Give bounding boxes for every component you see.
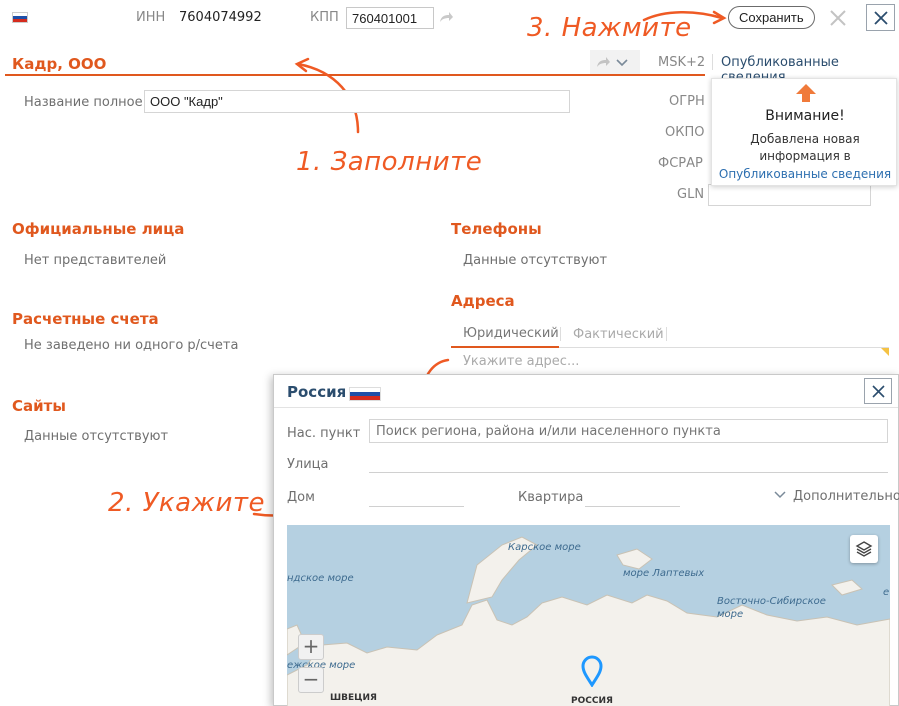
phones-title: Телефоны bbox=[451, 220, 542, 238]
address-dialog: Россия Нас. пункт Улица Дом Квартира Доп… bbox=[273, 374, 899, 706]
tab-actual-address[interactable]: Фактический bbox=[573, 327, 664, 342]
map-pin-icon[interactable] bbox=[581, 655, 603, 687]
share-icon[interactable] bbox=[596, 56, 610, 68]
notice-popup: Внимание! Добавлена новая информация в О… bbox=[711, 78, 897, 186]
house-input[interactable] bbox=[369, 485, 464, 507]
active-tab-indicator bbox=[451, 346, 559, 348]
map-label-kara-sea: Карское море bbox=[508, 542, 581, 553]
kpp-label: КПП bbox=[310, 10, 339, 25]
close-icon bbox=[873, 10, 888, 25]
street-input[interactable] bbox=[369, 451, 888, 473]
map-label-russia: РОССИЯ bbox=[571, 696, 613, 706]
gln-input[interactable] bbox=[708, 184, 871, 206]
layers-icon bbox=[855, 541, 873, 557]
locality-label: Нас. пункт bbox=[287, 426, 361, 441]
dialog-header: Россия bbox=[274, 375, 898, 408]
map-label-east-siberian-sea: Восточно-Сибирское море bbox=[717, 596, 826, 620]
map-label-laptev-sea: море Лаптевых bbox=[623, 568, 705, 579]
map-label-sea-norwegian: ндское море bbox=[287, 573, 354, 584]
more-toggle[interactable]: Дополнительно bbox=[793, 489, 899, 504]
addresses-title: Адреса bbox=[451, 292, 515, 310]
org-short-name: Кадр, ООО bbox=[12, 55, 107, 73]
fsrar-label: ФСРАР bbox=[658, 156, 703, 171]
notice-published-link[interactable]: Опубликованные сведения bbox=[712, 167, 898, 181]
notice-line2: информация в bbox=[759, 149, 851, 163]
phones-empty: Данные отсутствуют bbox=[463, 253, 608, 268]
map-label-edge: е bbox=[883, 587, 890, 598]
close-disabled-icon[interactable] bbox=[828, 8, 848, 28]
flat-label: Квартира bbox=[518, 490, 584, 505]
map-view[interactable]: Карское море море Лаптевых Восточно-Сиби… bbox=[287, 525, 890, 706]
sites-empty: Данные отсутствуют bbox=[24, 429, 169, 444]
okpo-label: ОКПО bbox=[665, 125, 705, 140]
ogrn-label: ОГРН bbox=[669, 94, 705, 109]
divider bbox=[666, 327, 667, 341]
map-zoom-in-button[interactable]: + bbox=[298, 634, 324, 660]
accounts-title: Расчетные счета bbox=[12, 310, 159, 328]
save-button[interactable]: Сохранить bbox=[728, 6, 815, 29]
divider bbox=[712, 54, 713, 70]
name-actions bbox=[590, 50, 640, 74]
flat-input[interactable] bbox=[585, 485, 680, 507]
arrow-up-icon bbox=[796, 84, 816, 102]
chevron-down-icon[interactable] bbox=[774, 491, 786, 499]
full-name-label: Название полное bbox=[24, 95, 143, 110]
map-zoom-out-button[interactable]: − bbox=[298, 667, 324, 693]
russia-flag-icon bbox=[349, 387, 381, 401]
officials-empty: Нет представителей bbox=[24, 253, 167, 268]
full-name-input[interactable] bbox=[144, 90, 570, 113]
close-icon bbox=[871, 384, 885, 398]
inn-value: 7604074992 bbox=[179, 10, 262, 25]
country-label[interactable]: Россия bbox=[287, 383, 346, 401]
accounts-empty: Не заведено ни одного р/счета bbox=[24, 338, 239, 353]
kpp-input[interactable] bbox=[346, 7, 434, 29]
required-corner-icon bbox=[881, 348, 889, 356]
tab-legal-address[interactable]: Юридический bbox=[463, 326, 559, 341]
inn-label: ИНН bbox=[136, 10, 166, 25]
officials-title: Официальные лица bbox=[12, 220, 185, 238]
timezone-label: MSK+2 bbox=[658, 55, 706, 70]
house-label: Дом bbox=[287, 490, 315, 505]
russia-flag-icon bbox=[12, 12, 28, 23]
close-card-button[interactable] bbox=[866, 4, 895, 31]
street-label: Улица bbox=[287, 457, 329, 472]
callout-step1: 1. Заполните bbox=[296, 147, 483, 177]
notice-line1: Добавлена новая bbox=[750, 132, 860, 146]
gln-label: GLN bbox=[677, 187, 705, 202]
share-icon[interactable] bbox=[439, 11, 453, 23]
callout-arrow-save bbox=[642, 10, 727, 25]
dialog-close-button[interactable] bbox=[864, 378, 892, 404]
sites-title: Сайты bbox=[12, 397, 66, 415]
locality-search-input[interactable] bbox=[369, 419, 888, 443]
map-label-sweden: ШВЕЦИЯ bbox=[330, 693, 377, 703]
callout-step2: 2. Укажите bbox=[108, 488, 266, 518]
address-placeholder[interactable]: Укажите адрес... bbox=[463, 354, 579, 369]
notice-title: Внимание! bbox=[765, 108, 845, 124]
map-layers-button[interactable] bbox=[850, 535, 878, 563]
chevron-down-icon[interactable] bbox=[616, 59, 628, 67]
divider bbox=[560, 327, 561, 341]
